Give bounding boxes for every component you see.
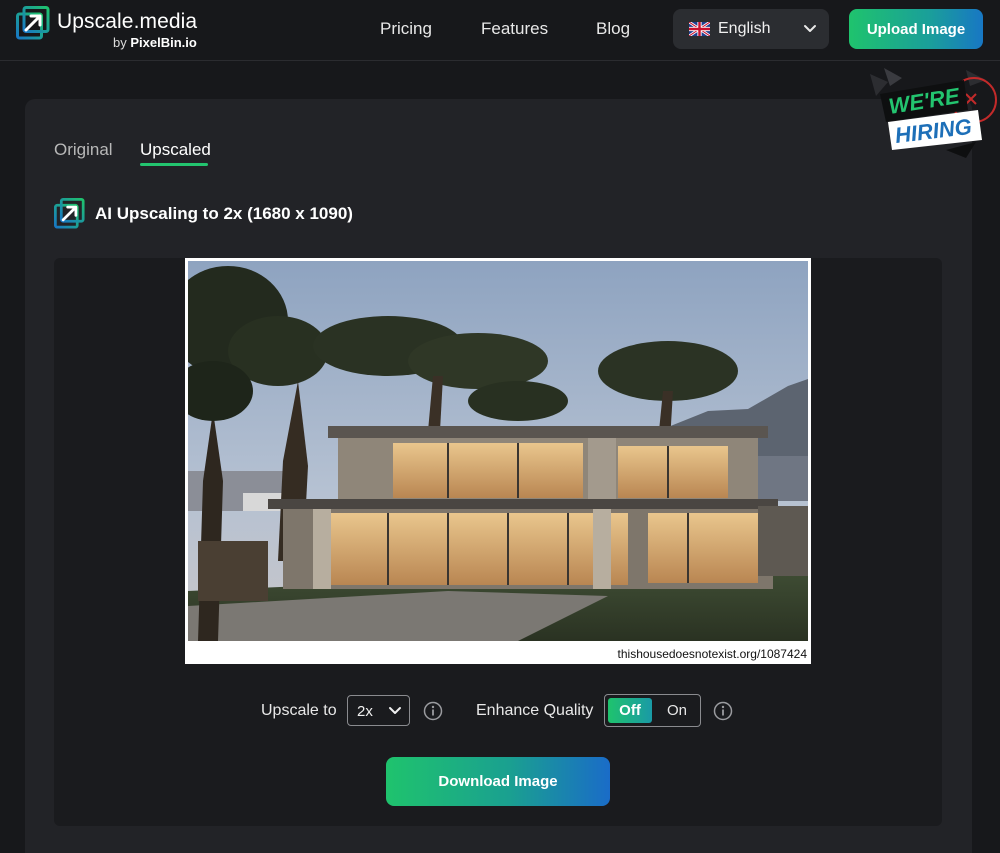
chevron-down-icon xyxy=(804,25,816,32)
upscale-factor-value: 2x xyxy=(357,703,373,720)
nav-blog[interactable]: Blog xyxy=(596,19,630,39)
top-header: Upscale.media by PixelBin.io Pricing Fea… xyxy=(0,0,1000,61)
badge-line1: WE'RE xyxy=(887,83,963,119)
image-watermark: thishousedoesnotexist.org/1087424 xyxy=(617,647,807,661)
brand-subtitle: by PixelBin.io xyxy=(113,35,197,50)
tab-original[interactable]: Original xyxy=(54,140,113,160)
language-label: English xyxy=(718,20,771,37)
upscaled-image-preview[interactable]: thishousedoesnotexist.org/1087424 xyxy=(185,258,811,664)
upscale-logo-icon xyxy=(16,6,50,40)
download-image-button[interactable]: Download Image xyxy=(386,757,610,806)
enhance-off-option[interactable]: Off xyxy=(608,698,652,723)
upscale-icon xyxy=(54,198,85,229)
brand-name: Upscale.media xyxy=(57,10,198,33)
upscale-factor-select[interactable]: 2x xyxy=(347,695,410,726)
brand-sub-prefix: by xyxy=(113,35,131,50)
result-title: AI Upscaling to 2x (1680 x 1090) xyxy=(95,204,353,223)
brand-sub-name: PixelBin.io xyxy=(130,35,197,50)
enhance-quality-toggle: Off On xyxy=(604,694,701,727)
enhance-quality-label: Enhance Quality xyxy=(476,702,594,719)
active-tab-indicator xyxy=(140,163,208,166)
language-select[interactable]: English xyxy=(673,9,829,49)
chevron-down-icon xyxy=(389,707,401,714)
nav-features[interactable]: Features xyxy=(481,19,548,39)
upscale-to-label: Upscale to xyxy=(261,702,337,719)
hiring-badge[interactable]: WE'RE HIRING xyxy=(866,66,1000,162)
upload-image-button[interactable]: Upload Image xyxy=(849,9,983,49)
enhance-on-option[interactable]: On xyxy=(656,698,698,723)
tab-upscaled[interactable]: Upscaled xyxy=(140,140,211,160)
house-photo xyxy=(188,261,808,641)
info-icon[interactable] xyxy=(423,701,443,721)
nav-pricing[interactable]: Pricing xyxy=(380,19,432,39)
brand-logo[interactable]: Upscale.media by PixelBin.io xyxy=(16,6,216,54)
info-icon[interactable] xyxy=(713,701,733,721)
uk-flag-icon xyxy=(689,22,710,36)
